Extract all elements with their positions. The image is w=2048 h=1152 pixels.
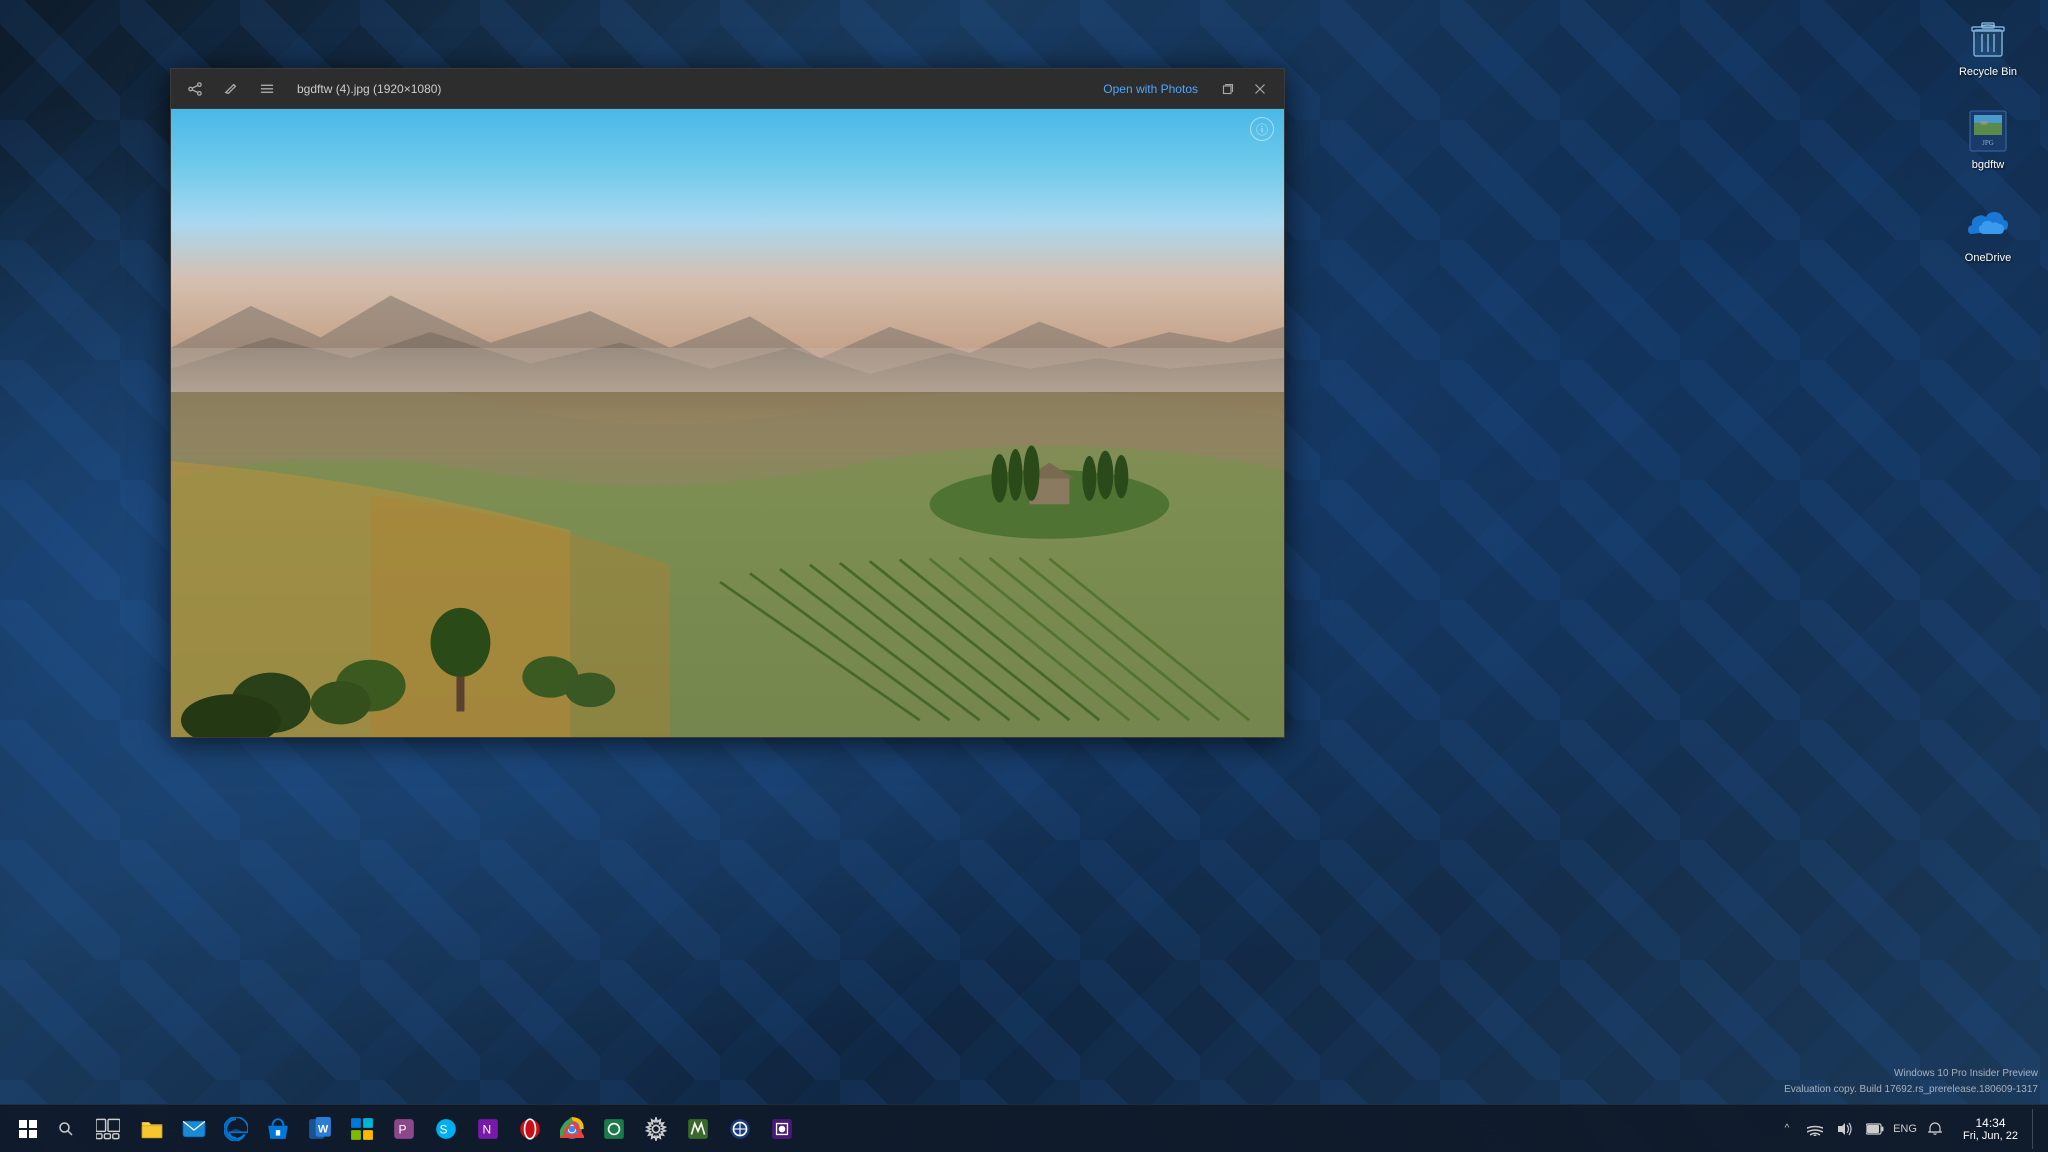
svg-text:W: W — [318, 1123, 329, 1135]
photo-viewer-titlebar: bgdftw (4).jpg (1920×1080) Open with Pho… — [171, 69, 1284, 109]
system-tray: ENG — [1801, 1115, 1949, 1143]
tray-volume-icon[interactable] — [1831, 1115, 1859, 1143]
clock-time: 14:34 — [1975, 1116, 2005, 1130]
taskbar-onenote[interactable]: N — [468, 1109, 508, 1149]
svg-text:JPG: JPG — [1982, 139, 1994, 147]
window-controls — [1214, 75, 1274, 103]
bgdftw-label: bgdftw — [1972, 159, 2004, 172]
photo-viewer-window: bgdftw (4).jpg (1920×1080) Open with Pho… — [170, 68, 1285, 738]
onedrive-label: OneDrive — [1965, 252, 2011, 265]
desktop-icon-recycle-bin[interactable]: Recycle Bin — [1955, 10, 2021, 83]
menu-button[interactable] — [253, 75, 281, 103]
notification-expand-button[interactable]: ^ — [1777, 1115, 1797, 1143]
share-button[interactable] — [181, 75, 209, 103]
landscape-image: ⓘ — [171, 109, 1284, 737]
tray-language-icon[interactable]: ENG — [1891, 1115, 1919, 1143]
recycle-bin-icon — [1964, 14, 2012, 62]
taskbar-file-explorer[interactable] — [132, 1109, 172, 1149]
show-desktop-button[interactable] — [2032, 1109, 2040, 1149]
open-with-photos-button[interactable]: Open with Photos — [1095, 78, 1206, 100]
taskbar-app-14[interactable] — [678, 1109, 718, 1149]
taskbar-app-16[interactable] — [762, 1109, 802, 1149]
titlebar-left-actions: bgdftw (4).jpg (1920×1080) — [181, 75, 441, 103]
titlebar-right-actions: Open with Photos — [1095, 75, 1274, 103]
taskbar-opera[interactable] — [510, 1109, 550, 1149]
win10-line1: Windows 10 Pro Insider Preview — [1784, 1066, 2038, 1082]
photo-filename: bgdftw (4).jpg (1920×1080) — [297, 82, 441, 96]
taskbar-edge[interactable] — [216, 1109, 256, 1149]
svg-text:N: N — [483, 1122, 492, 1136]
task-view-button[interactable] — [88, 1109, 128, 1149]
svg-text:P: P — [399, 1122, 407, 1136]
onedrive-icon — [1964, 200, 2012, 248]
svg-text:S: S — [439, 1122, 447, 1136]
taskbar-settings[interactable] — [636, 1109, 676, 1149]
desktop-icon-onedrive[interactable]: OneDrive — [1960, 196, 2016, 269]
taskbar: W P S N — [0, 1104, 2048, 1152]
info-button[interactable]: ⓘ — [1250, 117, 1274, 141]
fields-layer — [171, 392, 1284, 737]
taskbar-app-cp[interactable] — [342, 1109, 382, 1149]
maximize-button[interactable] — [1214, 75, 1242, 103]
photo-content: ⓘ — [171, 109, 1284, 737]
recycle-bin-label: Recycle Bin — [1959, 66, 2017, 79]
bgdftw-icon: JPG — [1964, 107, 2012, 155]
taskbar-word[interactable]: W — [300, 1109, 340, 1149]
clock-date: Fri, Jun, 22 — [1963, 1130, 2018, 1142]
clock[interactable]: 14:34 Fri, Jun, 22 — [1953, 1114, 2028, 1144]
desktop-icons-container: Recycle Bin JPG bgdftw OneDrive — [1928, 0, 2048, 280]
taskbar-app-15[interactable] — [720, 1109, 760, 1149]
edit-button[interactable] — [217, 75, 245, 103]
taskbar-apps: W P S N — [132, 1109, 802, 1149]
taskbar-skype[interactable]: S — [426, 1109, 466, 1149]
taskbar-mail[interactable] — [174, 1109, 214, 1149]
tray-battery-icon[interactable] — [1861, 1115, 1889, 1143]
taskbar-store[interactable] — [258, 1109, 298, 1149]
taskbar-chrome[interactable] — [552, 1109, 592, 1149]
start-button[interactable] — [8, 1109, 48, 1149]
taskbar-app-12[interactable] — [594, 1109, 634, 1149]
win10-info: Windows 10 Pro Insider Preview Evaluatio… — [1784, 1066, 2038, 1098]
tray-network-icon[interactable] — [1801, 1115, 1829, 1143]
search-button[interactable] — [48, 1111, 84, 1147]
taskbar-app-8[interactable]: P — [384, 1109, 424, 1149]
tray-notifications-icon[interactable] — [1921, 1115, 1949, 1143]
win10-line2: Evaluation copy. Build 17692.rs_prerelea… — [1784, 1082, 2038, 1098]
desktop-icon-bgdftw[interactable]: JPG bgdftw — [1960, 103, 2016, 176]
taskbar-right: ^ — [1777, 1109, 2040, 1149]
close-button[interactable] — [1246, 75, 1274, 103]
